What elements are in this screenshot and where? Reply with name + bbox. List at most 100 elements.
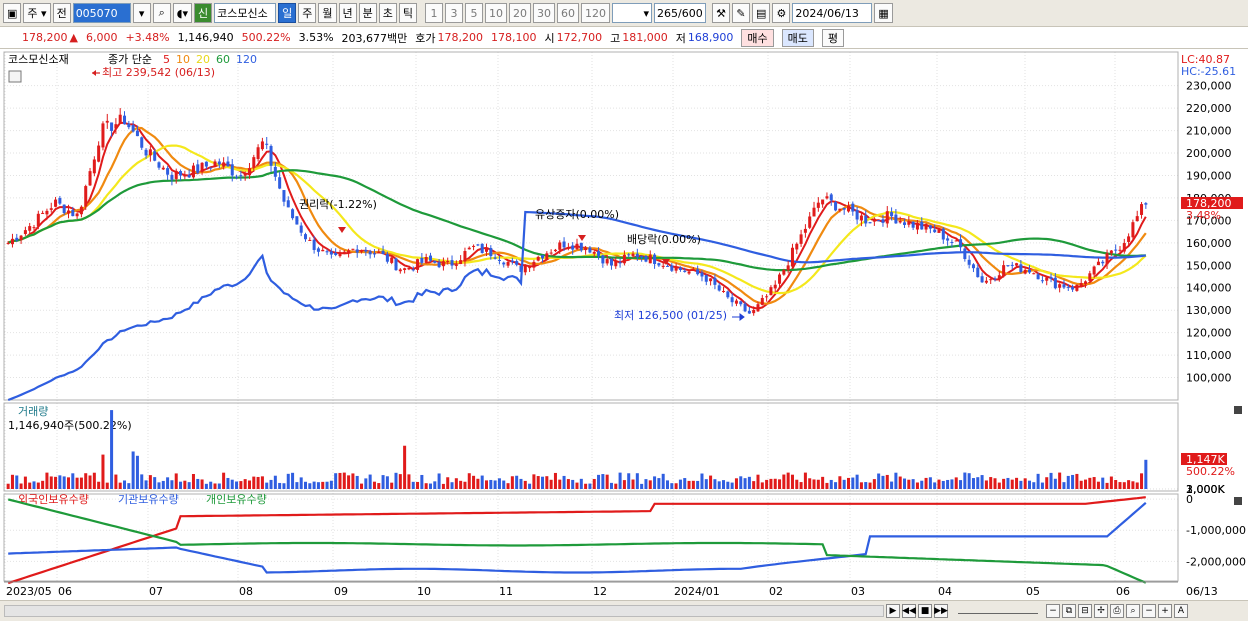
candle-body (403, 268, 407, 270)
save-icon[interactable]: ▤ (752, 3, 771, 23)
volume-close-icon[interactable] (1234, 406, 1242, 414)
volume-bar (58, 475, 62, 489)
scroll-right-icon[interactable]: ▶ (886, 604, 900, 618)
ma-60-label: 60 (216, 53, 230, 66)
interval-60[interactable]: 60 (557, 3, 580, 23)
x-axis-label: 06 (58, 585, 72, 598)
draw-icon[interactable]: ✎ (732, 3, 751, 23)
volume-bar (1092, 477, 1096, 489)
candle-body (678, 267, 682, 270)
candle-body (799, 234, 803, 244)
volume-bar (213, 483, 217, 489)
magnifier-icon[interactable]: ⌕ (1126, 604, 1140, 618)
stock-chart[interactable]: 코스모신소재 종가 단순 5 10 20 60 120 LC:40.87 HC:… (0, 49, 1248, 600)
calendar-icon[interactable]: ▦ (874, 3, 893, 23)
buy-button[interactable]: 매수 (741, 28, 774, 47)
copy-icon[interactable]: ⧉ (1062, 604, 1076, 618)
market-select[interactable]: 주 ▾ (23, 3, 51, 23)
candle-body (273, 166, 277, 177)
volume-bar (278, 482, 282, 489)
font-size-icon[interactable]: A (1174, 604, 1188, 618)
period-day[interactable]: 일 (278, 3, 297, 23)
interval-20[interactable]: 20 (509, 3, 532, 23)
volume-bar (497, 478, 501, 489)
gear-icon[interactable]: ⚙ (772, 3, 791, 23)
candle-body (842, 207, 846, 210)
candle-body (1135, 216, 1139, 222)
period-second[interactable]: 초 (378, 3, 397, 23)
candle-body (191, 165, 195, 178)
candle-body (700, 272, 704, 277)
candle-body (28, 226, 32, 231)
stock-code-input[interactable]: 005070 (72, 3, 131, 23)
prev-button[interactable]: 전 (52, 3, 71, 23)
crosshair-icon[interactable]: ✢ (1094, 604, 1108, 618)
plus-icon[interactable]: + (1158, 604, 1172, 618)
x-axis-label: 06 (1116, 585, 1130, 598)
volume-bar (157, 482, 161, 489)
interval-10[interactable]: 10 (485, 3, 508, 23)
count-field[interactable]: 265/600 (654, 3, 707, 23)
rewind-icon[interactable]: ◀◀ (902, 604, 916, 618)
low-label: 저 (675, 31, 686, 45)
volume-bar (635, 473, 639, 489)
zoom-out-icon[interactable]: − (1046, 604, 1060, 618)
candle-body (368, 251, 372, 255)
code-dropdown-icon[interactable]: ▾ (132, 3, 151, 23)
interval-30[interactable]: 30 (533, 3, 556, 23)
candle-body (105, 120, 109, 123)
candle-body (825, 196, 829, 199)
candle-body (1140, 204, 1144, 215)
speaker-icon[interactable]: ◖▾ (172, 3, 193, 23)
volume-bar (334, 473, 338, 489)
candle-body (213, 161, 217, 167)
search-icon[interactable]: ⌕ (152, 3, 171, 23)
minus-icon[interactable]: − (1142, 604, 1156, 618)
candle-body (303, 234, 308, 240)
period-week[interactable]: 주 (298, 3, 317, 23)
candle-body (1109, 250, 1113, 254)
horizontal-scrollbar[interactable] (4, 605, 884, 617)
layout-split-icon[interactable]: ⊟ (1078, 604, 1092, 618)
print-icon[interactable]: ⎙ (1110, 604, 1124, 618)
turnover-rate: 3.53% (298, 31, 334, 44)
tools-icon[interactable]: ⚒ (712, 3, 731, 23)
interval-1[interactable]: 1 (425, 3, 444, 23)
chart-settings-icon[interactable] (8, 70, 22, 83)
candle-body (295, 216, 299, 225)
interval-3[interactable]: 3 (445, 3, 464, 23)
zoom-slider[interactable] (958, 608, 1038, 614)
interval-5[interactable]: 5 (465, 3, 484, 23)
candle-body (1040, 280, 1044, 282)
date-input[interactable]: 2024/06/13 (792, 3, 873, 23)
price-y-tick: 230,000 (1186, 80, 1232, 93)
period-month[interactable]: 월 (318, 3, 337, 23)
candle-body (1006, 265, 1010, 267)
interval-custom-input[interactable]: ▾ (612, 3, 653, 23)
candle-body (855, 209, 859, 220)
volume-bar (851, 477, 855, 489)
fast-forward-icon[interactable]: ▶▶ (934, 604, 948, 618)
eval-button[interactable]: 평 (821, 28, 845, 47)
candle-body (571, 245, 575, 250)
candle-body (347, 250, 351, 253)
volume-bar (1045, 477, 1049, 489)
period-year[interactable]: 년 (338, 3, 357, 23)
stop-icon[interactable]: ■ (918, 604, 932, 618)
holding-close-icon[interactable] (1234, 497, 1242, 505)
candle-body (536, 256, 540, 261)
volume-bar (1019, 480, 1023, 489)
period-tick[interactable]: 틱 (398, 3, 418, 23)
layout-icon[interactable]: ▣ (3, 3, 22, 23)
new-badge[interactable]: 신 (194, 3, 213, 23)
candle-body (71, 210, 75, 217)
volume-bar (1040, 482, 1044, 489)
volume-bar (954, 477, 958, 489)
x-axis-label: 08 (239, 585, 253, 598)
sell-button[interactable]: 매도 (781, 28, 814, 47)
volume-ratio: 500.22% (241, 31, 291, 44)
interval-120[interactable]: 120 (581, 3, 611, 23)
period-minute[interactable]: 분 (358, 3, 377, 23)
bid-price: 178,100 (491, 31, 537, 44)
candle-body (795, 243, 799, 250)
